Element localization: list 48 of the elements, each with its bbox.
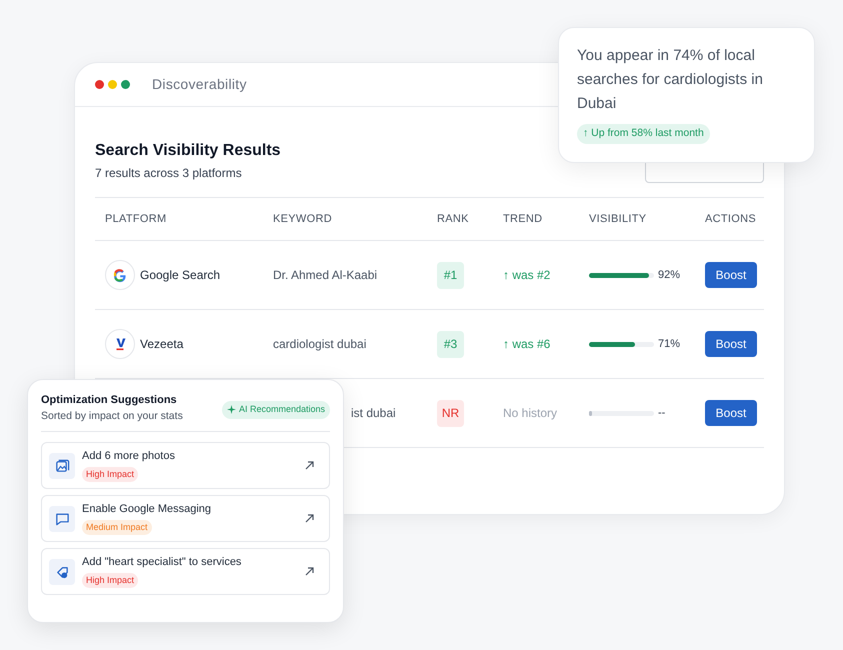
ai-badge: AI Recommendations xyxy=(222,401,330,418)
trend-text: ↑ was #6 xyxy=(503,336,552,353)
column-header: ACTIONS xyxy=(705,212,756,227)
keyword-text: cardiologist dubai xyxy=(273,336,368,353)
column-header: KEYWORD xyxy=(273,212,333,227)
column-header: TREND xyxy=(503,212,544,227)
visibility-value: 92% xyxy=(658,268,680,283)
image-icon xyxy=(54,458,70,474)
sparkle-icon xyxy=(226,405,236,414)
keyword-text: Dr. Ahmed Al-Kaabi xyxy=(273,267,378,284)
column-header: RANK xyxy=(437,212,470,227)
trend-text: ↑ was #2 xyxy=(503,267,552,284)
section-subtitle: 7 results across 3 platforms xyxy=(95,165,243,182)
suggestion-title: Add 6 more photos xyxy=(82,448,175,464)
arrow-icon[interactable] xyxy=(305,567,314,576)
impact-badge: High Impact xyxy=(82,466,138,482)
column-header: VISIBILITY xyxy=(589,212,648,227)
platform-name: Vezeeta xyxy=(140,336,184,353)
v-logo-icon xyxy=(105,329,135,359)
column-header: PLATFORM xyxy=(105,212,168,227)
impact-badge: Medium Impact xyxy=(82,520,152,536)
rank-badge: #3 xyxy=(437,330,464,358)
suggestions-subtitle: Sorted by impact on your stats xyxy=(41,409,183,424)
keyword-text: ist dubai xyxy=(351,405,397,422)
platform-name: Google Search xyxy=(140,267,220,284)
suggestions-title: Optimization Suggestions xyxy=(41,393,178,408)
suggestion-item[interactable]: Add "heart specialist" to services High Impact xyxy=(41,548,330,595)
boost-button[interactable]: Boost xyxy=(705,262,757,288)
window-title: Discoverability xyxy=(152,75,247,94)
suggestion-item[interactable]: Add 6 more photos High Impact xyxy=(41,442,330,489)
visibility-value: -- xyxy=(658,406,666,421)
chat-bubble-icon xyxy=(54,510,70,526)
boost-button[interactable]: Boost xyxy=(705,331,757,357)
suggestion-title: Add "heart specialist" to services xyxy=(82,554,242,570)
rank-badge: #1 xyxy=(437,262,464,288)
trend-text: No history xyxy=(503,405,558,422)
rank-badge: NR xyxy=(437,400,464,426)
suggestion-item[interactable]: Enable Google Messaging Medium Impact xyxy=(41,495,330,542)
section-title: Search Visibility Results xyxy=(95,141,281,161)
insight-text: You appear in 74% of local searches for cardiologists in Dubai xyxy=(577,46,764,114)
g-logo-icon xyxy=(105,260,135,290)
boost-button[interactable]: Boost xyxy=(705,400,757,426)
arrow-icon[interactable] xyxy=(305,461,314,470)
suggestion-title: Enable Google Messaging xyxy=(82,502,212,517)
trend-badge: ↑ Up from 58% last month xyxy=(577,124,710,144)
arrow-icon[interactable] xyxy=(305,514,314,523)
impact-badge: High Impact xyxy=(82,572,138,588)
visibility-value: 71% xyxy=(658,336,680,352)
